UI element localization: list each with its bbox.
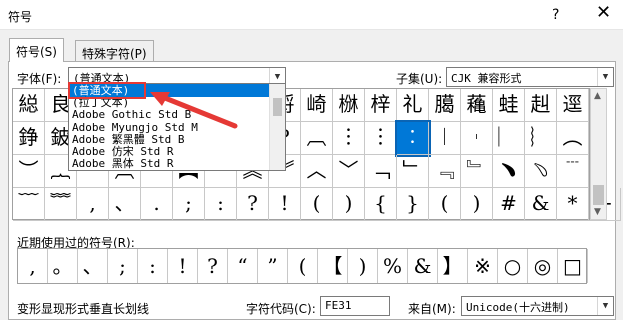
char-code-value: FE31 <box>325 299 352 312</box>
character-name: 变形显现形式垂直长划线 <box>17 302 150 316</box>
symbol-cell[interactable]: 逕 <box>557 89 589 122</box>
symbol-cell[interactable]: 錚 <box>13 122 45 155</box>
symbol-cell[interactable]: 臈 <box>429 89 461 122</box>
symbol-cell[interactable]: ︹ <box>301 122 333 155</box>
symbol-cell[interactable]: 椕 <box>333 89 365 122</box>
highlight-box <box>68 82 146 99</box>
symbol-cell[interactable]: 礼 <box>397 89 429 122</box>
recent-symbol[interactable]: ! <box>168 249 198 283</box>
recent-symbol[interactable]: ) <box>348 249 378 283</box>
symbol-cell[interactable]: ︵ <box>557 122 589 155</box>
dropdown-item[interactable]: Adobe 繁黑體 Std B <box>69 133 269 146</box>
scroll-thumb[interactable] <box>593 185 604 205</box>
symbol-cell[interactable]: ; <box>173 188 205 221</box>
recent-symbol[interactable]: 【 <box>318 249 348 283</box>
recent-symbol[interactable]: ” <box>258 249 288 283</box>
symbol-cell[interactable]: ﹂ <box>397 155 429 188</box>
recent-symbol[interactable]: ◎ <box>528 249 558 283</box>
symbol-cell[interactable]: ︿ <box>301 155 333 188</box>
close-button[interactable]: ✕ <box>596 3 611 23</box>
recent-symbol[interactable]: & <box>408 249 438 283</box>
symbol-cell[interactable]: ︴ <box>525 122 557 155</box>
symbol-cell[interactable]: 蘒 <box>461 89 493 122</box>
symbol-cell[interactable]: } <box>397 188 429 221</box>
recent-symbol[interactable]: “ <box>228 249 258 283</box>
symbol-cell[interactable]: 、 <box>109 188 141 221</box>
symbol-cell[interactable]: 赳 <box>525 89 557 122</box>
symbol-cell[interactable]: ﹆ <box>525 155 557 188</box>
dropdown-item[interactable]: Adobe 仿宋 Std R <box>69 145 269 158</box>
dropdown-scrollbar[interactable] <box>269 84 285 170</box>
tab-symbols[interactable]: 符号(S) <box>9 38 64 62</box>
recent-symbol[interactable]: □ <box>558 249 588 283</box>
symbol-cell[interactable]: ! <box>269 188 301 221</box>
symbol-cell[interactable]: ( <box>301 188 333 221</box>
symbol-cell[interactable]: ﹃ <box>429 155 461 188</box>
subset-select-value: CJK 兼容形式 <box>451 72 522 85</box>
recent-symbol[interactable]: ○ <box>498 249 528 283</box>
symbol-cell[interactable]: , <box>77 188 109 221</box>
recent-symbol[interactable]: , <box>18 249 48 283</box>
symbol-cell[interactable]: ﹋ <box>13 188 45 221</box>
recent-symbol[interactable]: ※ <box>468 249 498 283</box>
scroll-down-icon[interactable]: ▼ <box>594 207 601 217</box>
symbol-cell[interactable]: ( <box>429 188 461 221</box>
recent-symbol[interactable]: 】 <box>438 249 468 283</box>
window-title: 符号 <box>8 10 33 24</box>
symbol-cell[interactable]: 崎 <box>301 89 333 122</box>
symbol-cell[interactable]: ︰ <box>395 120 431 157</box>
symbol-cell[interactable]: ﹉ <box>557 155 589 188</box>
symbol-cell[interactable]: ﹁ <box>365 155 397 188</box>
symbol-cell[interactable]: ︲ <box>461 122 493 155</box>
symbol-cell[interactable]: ﹅ <box>493 155 525 188</box>
grid-scrollbar[interactable]: ▲ ▼ <box>590 88 607 220</box>
dropdown-item[interactable]: Adobe 黑体 Std R <box>69 157 269 170</box>
symbol-cell[interactable]: ︳ <box>493 122 525 155</box>
title-bar: 符号 ? ✕ <box>0 0 623 30</box>
symbol-cell[interactable]: # <box>493 188 525 221</box>
recent-symbol[interactable]: 、 <box>78 249 108 283</box>
recent-symbol[interactable]: 。 <box>48 249 78 283</box>
from-select[interactable]: Unicode(十六进制) ▼ <box>461 296 614 316</box>
recent-symbol[interactable]: : <box>138 249 168 283</box>
scroll-up-icon[interactable]: ▲ <box>594 91 601 101</box>
subset-select[interactable]: CJK 兼容形式 ▼ <box>446 67 614 87</box>
help-button[interactable]: ? <box>552 7 559 23</box>
symbol-cell[interactable]: 梓 <box>365 89 397 122</box>
symbol-cell[interactable]: 蛙 <box>493 89 525 122</box>
annotation-arrow-icon <box>150 92 238 129</box>
recent-symbol[interactable]: ( <box>288 249 318 283</box>
dropdown-scroll-thumb[interactable] <box>273 98 282 116</box>
symbol-cell[interactable]: ) <box>333 188 365 221</box>
chevron-down-icon[interactable]: ▼ <box>597 297 613 315</box>
chevron-down-icon[interactable]: ▼ <box>597 68 613 86</box>
symbol-cell[interactable]: { <box>365 188 397 221</box>
char-code-label: 字符代码(C): <box>246 302 316 316</box>
symbol-cell[interactable]: ﹄ <box>461 155 493 188</box>
symbol-cell[interactable]: ︙ <box>333 122 365 155</box>
symbol-cell[interactable]: ﹌ <box>45 188 77 221</box>
symbol-cell[interactable]: . <box>141 188 173 221</box>
subset-label: 子集(U): <box>396 72 443 86</box>
symbol-cell[interactable]: : <box>205 188 237 221</box>
recent-symbol[interactable]: ; <box>108 249 138 283</box>
symbol-cell[interactable]: ︙ <box>365 122 397 155</box>
symbol-cell[interactable]: ﹀ <box>333 155 365 188</box>
symbol-cell[interactable]: ︱ <box>429 122 461 155</box>
symbol-cell[interactable]: ︶ <box>13 155 45 188</box>
from-label: 来自(M): <box>408 302 456 316</box>
symbol-cell[interactable]: ? <box>237 188 269 221</box>
tab-special-characters[interactable]: 特殊字符(P) <box>75 40 154 62</box>
symbol-cell[interactable]: 縂 <box>13 89 45 122</box>
font-label: 字体(F): <box>17 72 62 86</box>
recent-symbol[interactable]: % <box>378 249 408 283</box>
symbol-cell[interactable]: * <box>557 188 589 221</box>
from-select-value: Unicode(十六进制) <box>466 301 570 314</box>
char-code-input[interactable]: FE31 <box>320 296 390 316</box>
symbol-cell[interactable]: ) <box>461 188 493 221</box>
recent-symbols-bar[interactable]: ,。、;:!? “”(【)% &】 ※ ○ ◎ □ <box>17 248 588 284</box>
recent-symbol[interactable]: ? <box>198 249 228 283</box>
symbol-cell[interactable]: & <box>525 188 557 221</box>
